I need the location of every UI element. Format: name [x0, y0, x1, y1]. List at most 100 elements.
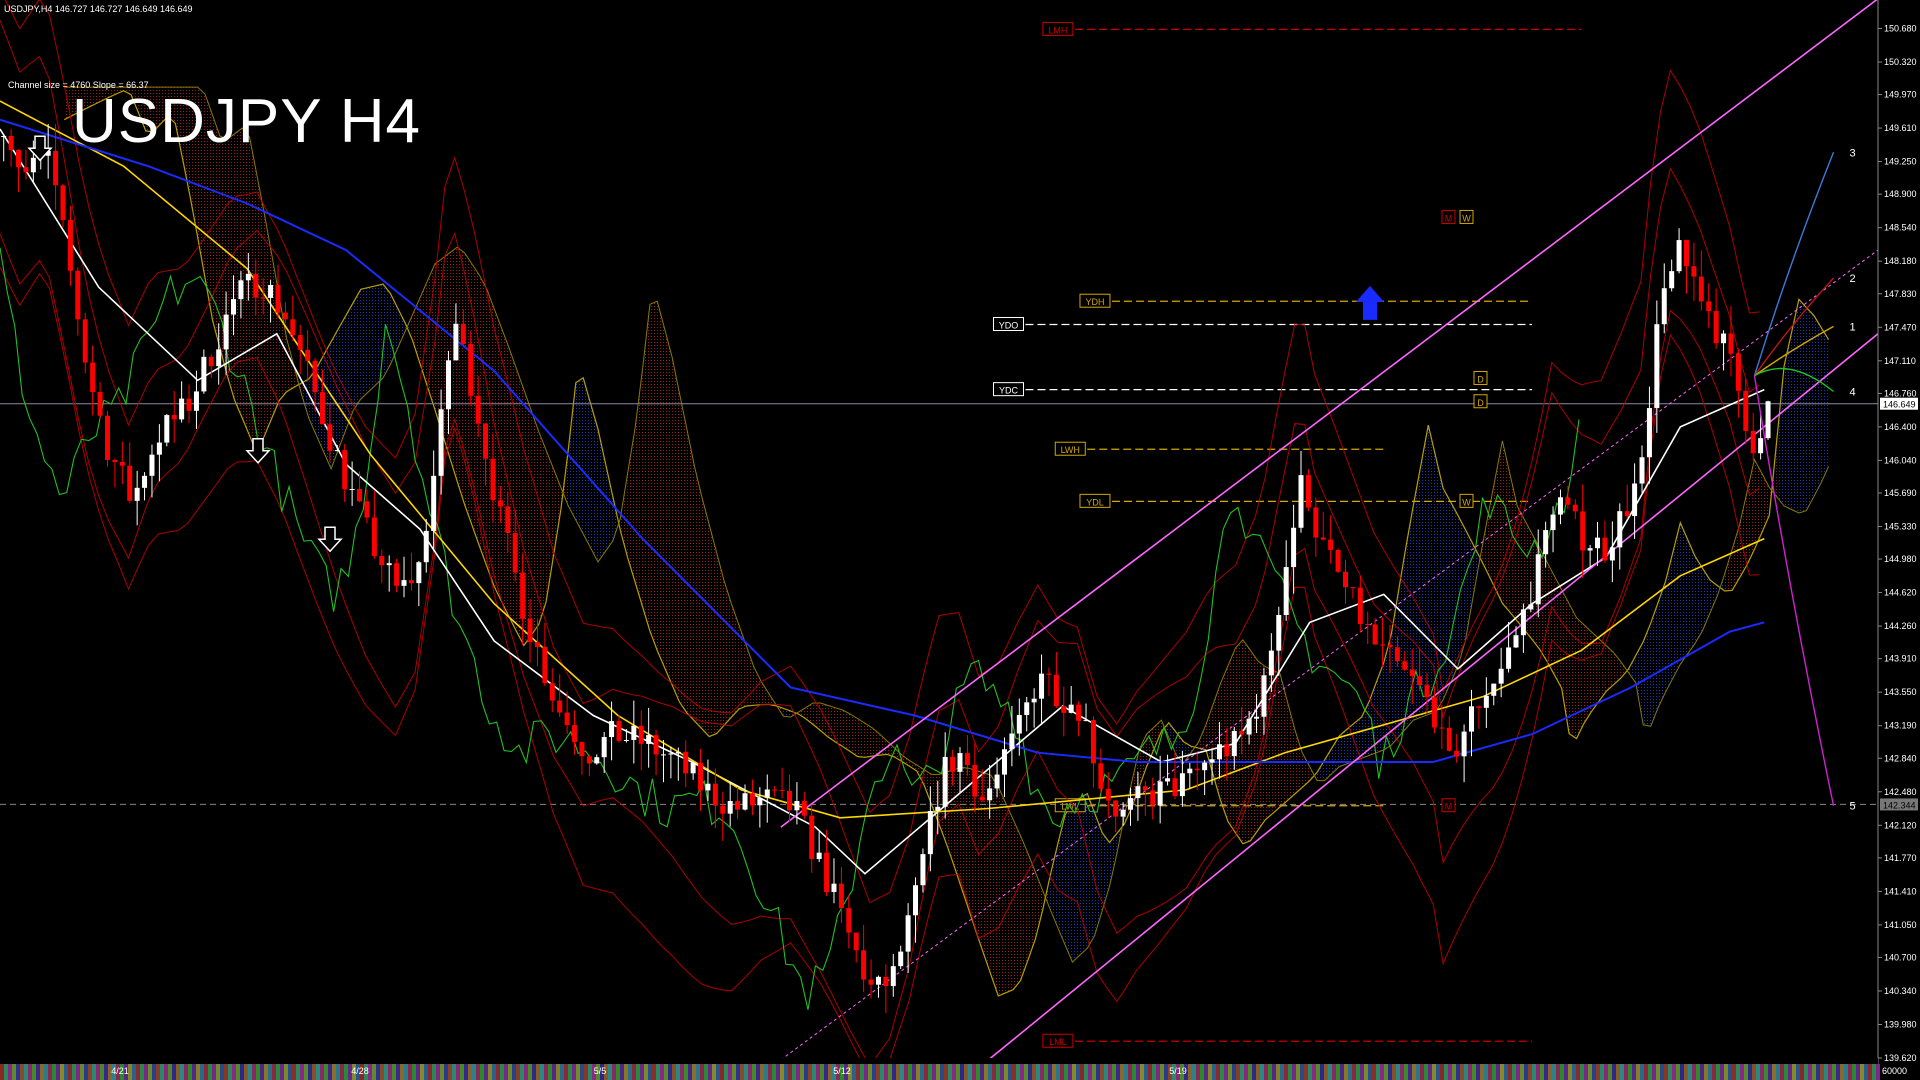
- volume-strip-cell: [1192, 1064, 1196, 1080]
- candle-bear: [1580, 511, 1586, 551]
- volume-strip-cell: [520, 1064, 524, 1080]
- volume-strip-cell: [432, 1064, 436, 1080]
- volume-strip-cell: [1692, 1064, 1696, 1080]
- volume-strip-cell: [916, 1064, 920, 1080]
- candle-bear: [557, 700, 563, 713]
- date-label: 4/28: [351, 1066, 369, 1076]
- candle-bull: [1268, 650, 1274, 676]
- candle-bear: [1476, 706, 1482, 708]
- cloud-segment: [1628, 655, 1636, 683]
- price-tick-label: 149.610: [1884, 123, 1917, 133]
- volume-strip-cell: [1248, 1064, 1252, 1080]
- volume-strip-cell: [1812, 1064, 1816, 1080]
- volume-strip-cell: [1736, 1064, 1740, 1080]
- volume-strip-cell: [1340, 1064, 1344, 1080]
- volume-strip-cell: [204, 1064, 208, 1080]
- candle-bear: [861, 950, 867, 980]
- volume-strip-cell: [1484, 1064, 1488, 1080]
- candle-bull: [1024, 702, 1030, 716]
- volume-strip-cell: [208, 1064, 212, 1080]
- candle-bear: [394, 563, 400, 586]
- candle-bear: [1750, 430, 1756, 454]
- candle-bull: [1209, 759, 1215, 763]
- volume-strip-cell: [732, 1064, 736, 1080]
- cloud-segment: [664, 329, 673, 685]
- volume-strip-cell: [1480, 1064, 1484, 1080]
- candle-bear: [1113, 800, 1119, 817]
- price-tick-label: 146.040: [1884, 455, 1917, 465]
- volume-strip-cell: [1688, 1064, 1692, 1080]
- volume-strip-cell: [476, 1064, 480, 1080]
- volume-strip-cell: [1012, 1064, 1016, 1080]
- volume-strip-cell: [372, 1064, 376, 1080]
- cloud-segment: [1569, 603, 1577, 739]
- candle-bear: [1380, 644, 1386, 646]
- price-tick-label: 149.970: [1884, 90, 1917, 100]
- candle-bear: [371, 517, 377, 557]
- volume-strip-cell: [1200, 1064, 1204, 1080]
- cloud-segment: [1057, 815, 1065, 945]
- cloud-segment: [842, 710, 850, 752]
- candle-bull: [1202, 762, 1208, 771]
- candle-bear: [527, 618, 533, 643]
- channel-lower: [987, 333, 1879, 1061]
- cloud-segment: [679, 393, 687, 713]
- volume-strip-cell: [304, 1064, 308, 1080]
- volume-strip-cell: [940, 1064, 944, 1080]
- candle-bear: [97, 391, 103, 416]
- candle-bear: [638, 725, 644, 744]
- date-label: 5/12: [833, 1066, 851, 1076]
- volume-strip-cell: [1352, 1064, 1356, 1080]
- candle-bull: [1661, 288, 1667, 325]
- volume-strip-cell: [676, 1064, 680, 1080]
- volume-strip-cell: [1404, 1064, 1408, 1080]
- volume-strip-cell: [820, 1064, 824, 1080]
- volume-strip-cell: [1472, 1064, 1476, 1080]
- volume-strip-cell: [1704, 1064, 1708, 1080]
- volume-strip-cell: [472, 1064, 476, 1080]
- volume-strip-cell: [1576, 1064, 1580, 1080]
- volume-strip-cell: [1052, 1064, 1056, 1080]
- volume-strip-cell: [1868, 1064, 1872, 1080]
- candle-bull: [1765, 401, 1771, 439]
- volume-strip-cell: [1844, 1064, 1848, 1080]
- volume-strip-cell: [1464, 1064, 1468, 1080]
- volume-strip-cell: [1772, 1064, 1776, 1080]
- volume-strip-cell: [1028, 1064, 1032, 1080]
- volume-strip-cell: [1452, 1064, 1456, 1080]
- volume-strip-cell: [236, 1064, 240, 1080]
- volume-strip-cell: [184, 1064, 188, 1080]
- volume-strip-cell: [88, 1064, 92, 1080]
- volume-strip-cell: [588, 1064, 592, 1080]
- chart-title: USDJPY H4: [72, 87, 421, 156]
- volume-strip-cell: [1552, 1064, 1556, 1080]
- volume-strip-cell: [1568, 1064, 1572, 1080]
- volume-strip-cell: [256, 1064, 260, 1080]
- volume-strip-cell: [252, 1064, 256, 1080]
- candle-bear: [60, 185, 66, 220]
- candle-bull: [1276, 614, 1282, 651]
- candle-bear: [90, 362, 96, 392]
- candle-bull: [431, 475, 437, 531]
- cloud-segment: [850, 713, 858, 757]
- candle-bull: [245, 273, 251, 281]
- volume-strip-cell: [1000, 1064, 1004, 1080]
- candle-bear: [342, 450, 348, 490]
- volume-strip-cell: [532, 1064, 536, 1080]
- volume-strip-cell: [672, 1064, 676, 1080]
- candle-bull: [1179, 773, 1185, 797]
- cloud-segment: [635, 369, 643, 607]
- candle-bear: [82, 319, 88, 363]
- candle-bull: [913, 885, 919, 916]
- volume-strip-cell: [16, 1064, 20, 1080]
- volume-strip-cell: [288, 1064, 292, 1080]
- candle-bull: [1039, 673, 1045, 699]
- volume-strip-cell: [192, 1064, 196, 1080]
- volume-strip-cell: [1668, 1064, 1672, 1080]
- candle-bull: [1528, 604, 1534, 610]
- volume-strip-cell: [724, 1064, 728, 1080]
- candle-bear: [171, 415, 177, 420]
- price-chart[interactable]: LMHYDHYDOYDCLWHYDLLWLLML32145M WDDWM150.6…: [0, 0, 1920, 1080]
- volume-strip-cell: [212, 1064, 216, 1080]
- candle-bull: [935, 806, 941, 811]
